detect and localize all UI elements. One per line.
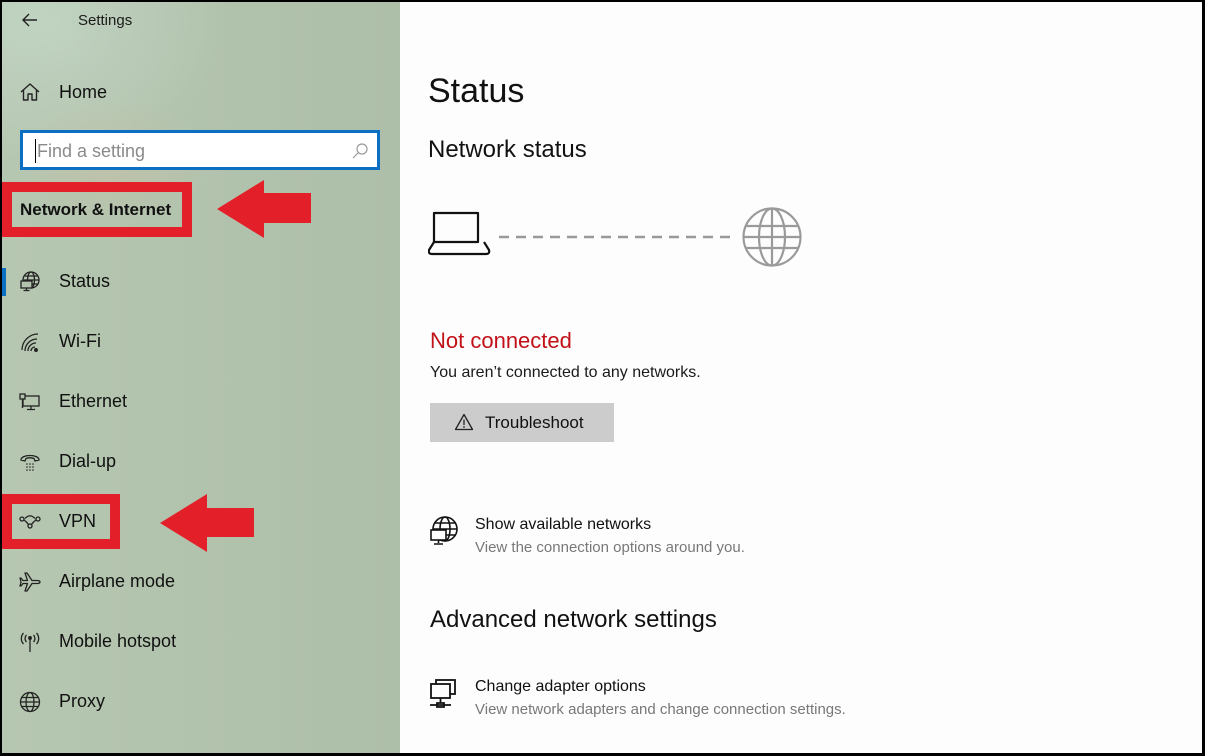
- laptop-icon: [428, 211, 491, 256]
- sidebar-item-proxy[interactable]: Proxy: [2, 680, 400, 724]
- sidebar-item-label: VPN: [59, 511, 97, 531]
- dialup-phone-icon: [18, 450, 42, 474]
- sidebar: Settings Home Network & Internet: [2, 2, 400, 753]
- network-status-heading: Network status: [428, 136, 587, 163]
- search-box[interactable]: [20, 130, 380, 170]
- link-description: View the connection options around you.: [475, 539, 745, 556]
- settings-window: Settings Home Network & Internet: [2, 2, 1202, 753]
- hotspot-icon: [18, 630, 42, 654]
- connection-status-description: You aren’t connected to any networks.: [430, 364, 701, 381]
- troubleshoot-button[interactable]: Troubleshoot: [430, 403, 614, 442]
- back-arrow-icon[interactable]: [18, 8, 42, 32]
- internet-globe-icon: [742, 207, 802, 267]
- advanced-settings-heading: Advanced network settings: [430, 606, 717, 633]
- status-globe-monitor-icon: [18, 270, 42, 294]
- sidebar-item-status[interactable]: Status: [2, 260, 400, 304]
- show-available-networks-link[interactable]: Show available networks View the connect…: [428, 516, 928, 564]
- annotation-arrow-vpn: [160, 494, 254, 552]
- troubleshoot-label: Troubleshoot: [485, 413, 584, 432]
- sidebar-item-dialup[interactable]: Dial-up: [2, 440, 400, 484]
- network-diagram: [428, 207, 802, 267]
- wifi-icon: [18, 330, 42, 354]
- link-description: View network adapters and change connect…: [475, 701, 846, 718]
- sidebar-item-label: Status: [59, 271, 111, 291]
- airplane-icon: [18, 570, 42, 594]
- sidebar-item-ethernet[interactable]: Ethernet: [2, 380, 400, 424]
- section-title: Network & Internet: [20, 200, 172, 219]
- sidebar-item-label: Dial-up: [59, 451, 117, 471]
- sidebar-item-label: Proxy: [59, 691, 106, 711]
- search-icon[interactable]: [351, 142, 369, 160]
- vpn-icon: [18, 510, 42, 534]
- home-icon: [18, 80, 42, 104]
- sidebar-item-label: Mobile hotspot: [59, 631, 177, 651]
- sidebar-item-wifi[interactable]: Wi-Fi: [2, 320, 400, 364]
- annotation-arrow-network-internet: [217, 180, 311, 238]
- network-adapter-icon: [428, 678, 460, 710]
- sidebar-item-label: Airplane mode: [59, 571, 176, 591]
- sidebar-item-airplane-mode[interactable]: Airplane mode: [2, 560, 400, 604]
- page-title: Status: [428, 72, 525, 110]
- selection-indicator: [2, 268, 6, 296]
- change-adapter-options-link[interactable]: Change adapter options View network adap…: [428, 678, 928, 726]
- sidebar-item-label: Home: [59, 82, 108, 102]
- link-title: Change adapter options: [475, 678, 646, 695]
- sidebar-item-label: Ethernet: [59, 391, 128, 411]
- ethernet-icon: [18, 390, 42, 414]
- app-title: Settings: [78, 12, 133, 29]
- globe-icon: [18, 690, 42, 714]
- title-bar: Settings: [2, 2, 400, 42]
- main-panel: Status Network status Not connected You …: [400, 2, 1202, 753]
- globe-monitor-icon: [428, 516, 460, 548]
- sidebar-item-home[interactable]: Home: [2, 74, 400, 110]
- search-input[interactable]: [35, 139, 335, 163]
- sidebar-item-mobile-hotspot[interactable]: Mobile hotspot: [2, 620, 400, 664]
- sidebar-item-label: Wi-Fi: [59, 331, 101, 351]
- warning-icon: [454, 413, 474, 431]
- connection-status: Not connected: [430, 328, 572, 353]
- link-title: Show available networks: [475, 516, 652, 533]
